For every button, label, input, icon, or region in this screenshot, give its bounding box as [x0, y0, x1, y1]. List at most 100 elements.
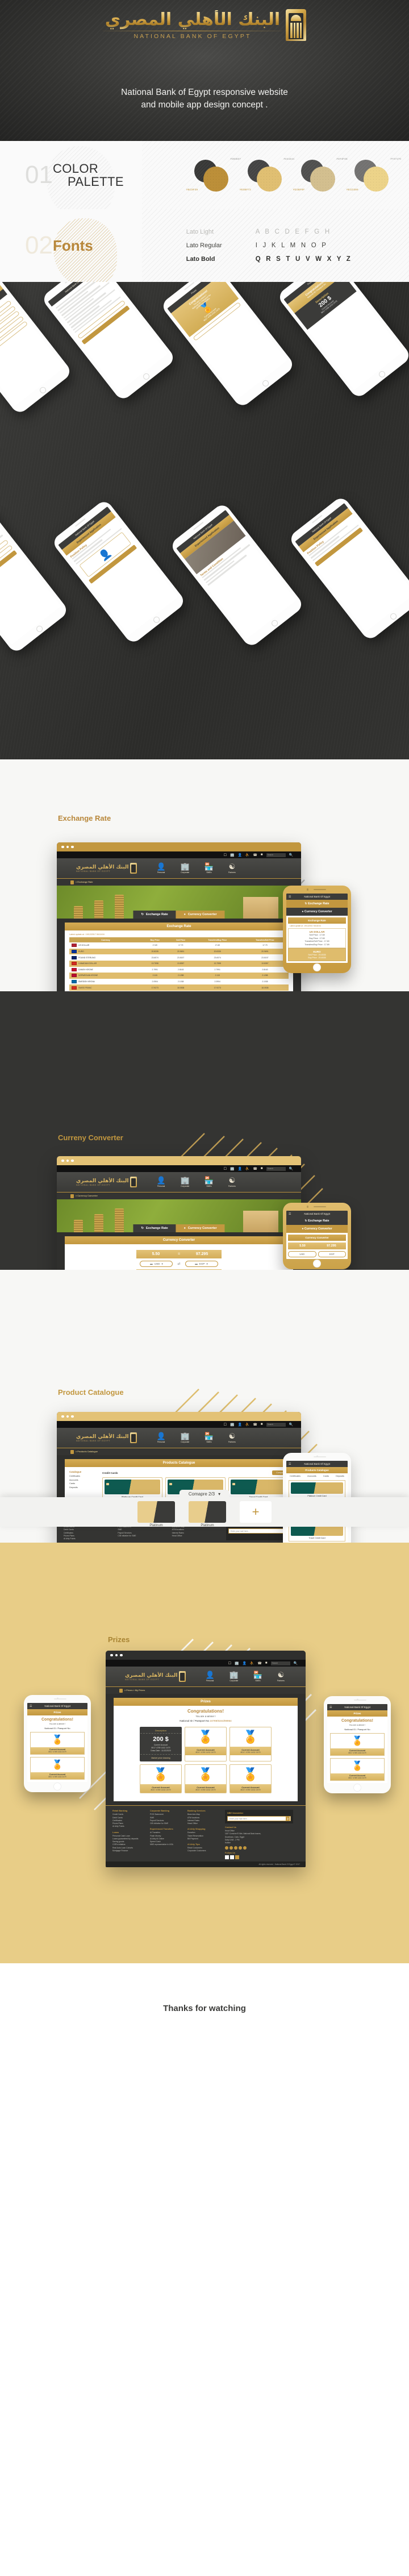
nav-item-smes[interactable]: 🏪 SMEs: [204, 1177, 214, 1187]
search-input[interactable]: Search: [266, 1422, 286, 1427]
search-input[interactable]: Search: [270, 1661, 290, 1665]
search-icon[interactable]: 🔍: [289, 1167, 293, 1171]
mobile-tab-certificates[interactable]: Certificates: [290, 1475, 301, 1477]
tray-card[interactable]: Platinum: [137, 1501, 175, 1527]
nav-item-personal[interactable]: 👤 Personal: [205, 1671, 214, 1682]
mobile-tab-converter[interactable]: ● Currency Converter: [286, 908, 348, 916]
nav-item-personal[interactable]: 👤 Personal: [156, 1177, 165, 1187]
tab-currency-converter[interactable]: ● Currency Converter: [176, 911, 225, 919]
prize-card[interactable]: 🏅 Current Account 8017 4789 1432 2479: [229, 1727, 272, 1762]
nav-item-smes[interactable]: 🏪 SMEs: [204, 1432, 214, 1443]
amount-from[interactable]: 5.50: [288, 1243, 317, 1249]
accessibility-icon[interactable]: ⛹: [245, 1167, 249, 1171]
window-dot[interactable]: [71, 1415, 74, 1418]
prize-card[interactable]: 🏅 Current Account 8017 4789 1432 2479: [140, 1764, 182, 1794]
sidebar-item-accounts[interactable]: Accounts: [69, 1479, 99, 1481]
mobile-tab-cards[interactable]: Cards: [323, 1475, 329, 1477]
hamburger-icon[interactable]: ☰: [289, 1462, 291, 1466]
facebook-icon[interactable]: [225, 1855, 229, 1859]
accessibility-icon[interactable]: ⛹: [245, 1423, 249, 1427]
phone-icon[interactable]: ☎: [257, 1661, 261, 1665]
window-dot[interactable]: [61, 1415, 64, 1418]
window-dot[interactable]: [71, 845, 74, 849]
sidebar-item-cards[interactable]: Cards: [69, 1482, 99, 1485]
from-currency-select[interactable]: ▬ USD ▾: [140, 1261, 173, 1267]
youtube-icon[interactable]: [235, 1855, 239, 1859]
atm-icon[interactable]: ☐: [228, 1661, 231, 1665]
submit-arrow-icon[interactable]: ❯: [286, 1817, 290, 1821]
compare-tray-tab[interactable]: Comapre 2/3 ▾: [179, 1490, 230, 1498]
nav-item-smes[interactable]: 🏪 SMEs: [253, 1671, 262, 1682]
mobile-prize-card[interactable]: 🏅 Current Account 8017 4789 1432 2479: [30, 1757, 85, 1780]
nav-item-corporate[interactable]: 🏢 Corporate: [181, 863, 190, 874]
add-card-button[interactable]: +: [240, 1501, 272, 1523]
nav-item-partners[interactable]: ☯ Partners: [277, 1671, 285, 1682]
tab-currency-converter[interactable]: ● Currency Converter: [176, 1224, 225, 1232]
accessibility-icon[interactable]: ⛹: [250, 1661, 254, 1665]
twitter-icon[interactable]: [230, 1855, 234, 1859]
window-dot[interactable]: [110, 1653, 113, 1657]
newsletter-input[interactable]: Enter your mail here... ❯: [227, 1816, 291, 1822]
home-icon[interactable]: [70, 1194, 74, 1198]
window-dot[interactable]: [61, 1159, 64, 1162]
branch-icon[interactable]: 🏢: [230, 853, 234, 857]
window-dot[interactable]: [66, 1159, 69, 1162]
language-icon[interactable]: ■: [265, 1661, 268, 1665]
prize-card[interactable]: 🏅 Current Account 8017 4789 1432 2479: [229, 1764, 272, 1794]
hamburger-icon[interactable]: ☰: [289, 1212, 291, 1216]
language-icon[interactable]: ■: [261, 853, 263, 857]
nav-item-corporate[interactable]: 🏢 Corporate: [229, 1671, 239, 1682]
from-currency-select[interactable]: USD: [288, 1251, 316, 1257]
mobile-tab-deposits[interactable]: Deposits: [336, 1475, 344, 1477]
home-icon[interactable]: [70, 880, 74, 884]
language-icon[interactable]: ■: [261, 1423, 263, 1426]
tab-exchange-rate[interactable]: ↻ Exchange Rate: [133, 1224, 176, 1232]
nav-item-personal[interactable]: 👤 Personal: [156, 1432, 165, 1443]
to-currency-select[interactable]: ▬ EGP ▾: [185, 1261, 218, 1267]
nav-item-corporate[interactable]: 🏢 Corporate: [181, 1432, 190, 1443]
atm-icon[interactable]: ☐: [224, 1167, 227, 1171]
mobile-prize-card[interactable]: 🏅 Current Account 8017 4789 1432 2479: [30, 1732, 85, 1755]
nav-item-partners[interactable]: ☯ Partners: [228, 863, 236, 874]
nav-logo[interactable]: البنك الأهلي المصري NATIONAL BANK OF EGY…: [76, 863, 137, 874]
phone-icon[interactable]: ☎: [253, 1423, 257, 1427]
tray-card[interactable]: Platinum: [189, 1501, 226, 1527]
mobile-currency-card[interactable]: US DOLLAR Sell Price : 17.69 Buy Price :…: [288, 928, 346, 948]
phone-icon[interactable]: ☎: [253, 853, 257, 857]
atm-icon[interactable]: ☐: [224, 853, 227, 857]
phone-icon[interactable]: ☎: [253, 1167, 257, 1171]
search-input[interactable]: Search: [266, 1166, 286, 1171]
nav-logo[interactable]: البنك الأهلي المصري NATIONAL BANK OF EGY…: [76, 1177, 137, 1187]
search-icon[interactable]: 🔍: [294, 1661, 298, 1665]
search-icon[interactable]: 🔍: [289, 1423, 293, 1427]
hamburger-icon[interactable]: ☰: [329, 1706, 332, 1709]
branch-icon[interactable]: 🏢: [235, 1661, 239, 1665]
nav-item-personal[interactable]: 👤 Personal: [156, 863, 165, 874]
branch-icon[interactable]: 🏢: [230, 1423, 234, 1427]
accessibility-icon[interactable]: ⛹: [245, 853, 249, 857]
swap-icon[interactable]: ⇄: [177, 1262, 180, 1266]
tab-exchange-rate[interactable]: ↻ Exchange Rate: [133, 911, 176, 919]
window-dot[interactable]: [66, 845, 69, 849]
person-icon[interactable]: 👤: [237, 853, 241, 857]
nav-item-partners[interactable]: ☯ Partners: [228, 1177, 236, 1187]
mobile-tab-accounts[interactable]: Accounts: [307, 1475, 316, 1477]
mobile-prize-card[interactable]: 🏅 Current Account 8017 4789 1432 2479: [330, 1758, 385, 1781]
nav-item-corporate[interactable]: 🏢 Corporate: [181, 1177, 190, 1187]
person-icon[interactable]: 👤: [237, 1167, 241, 1171]
search-icon[interactable]: 🔍: [289, 853, 293, 857]
home-icon[interactable]: [70, 1449, 74, 1454]
language-icon[interactable]: ■: [261, 1167, 263, 1170]
nav-item-partners[interactable]: ☯ Partners: [228, 1432, 236, 1443]
window-dot[interactable]: [61, 845, 64, 849]
mobile-currency-card[interactable]: EURO Sell Price : 20.8335 Buy Price : 20…: [288, 948, 346, 962]
nav-item-smes[interactable]: 🏪 SMEs: [204, 863, 214, 874]
mobile-tab-converter[interactable]: ● Currency Converter: [286, 1225, 348, 1233]
nav-logo[interactable]: البنك الأهلي المصري NATIONAL BANK OF EGY…: [125, 1671, 186, 1682]
mobile-tab-exchange[interactable]: ↻ Exchange Rate: [286, 1217, 348, 1225]
window-dot[interactable]: [66, 1415, 69, 1418]
search-input[interactable]: Search: [266, 853, 286, 857]
window-dot[interactable]: [115, 1653, 118, 1657]
person-icon[interactable]: 👤: [242, 1661, 246, 1665]
to-currency-select[interactable]: EGP: [318, 1251, 346, 1257]
